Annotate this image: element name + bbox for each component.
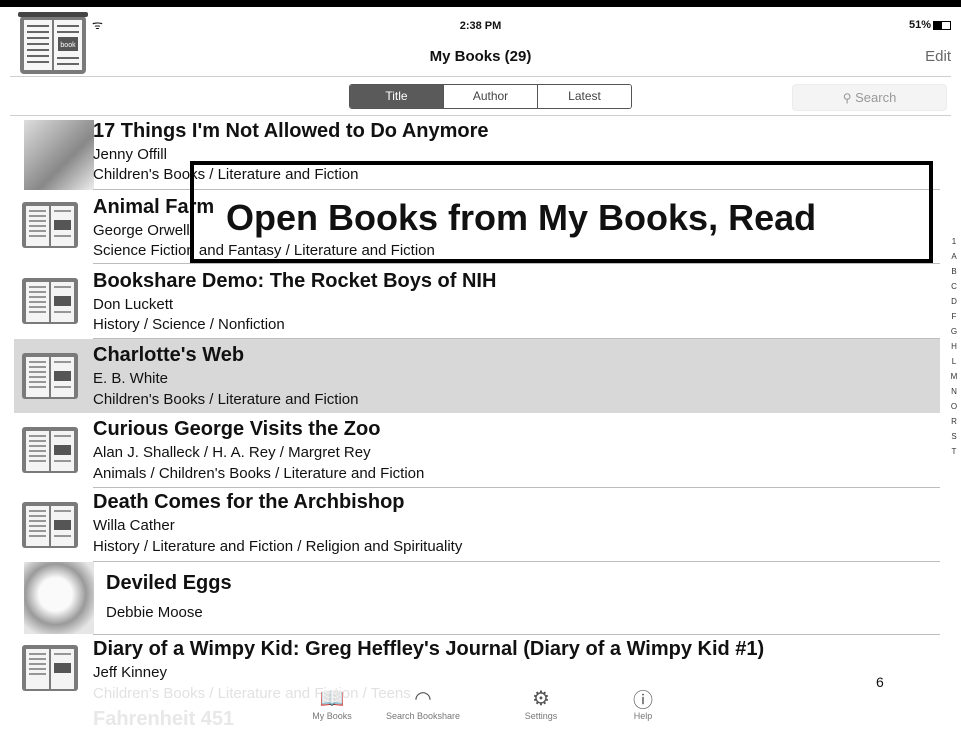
index-letter[interactable]: D (948, 297, 960, 312)
book-category: History / Science / Nonfiction (93, 316, 285, 333)
book-row[interactable]: Deviled Eggs Debbie Moose (14, 562, 940, 635)
index-letter[interactable]: 1 (948, 237, 960, 252)
index-letter[interactable]: C (948, 282, 960, 297)
book-cover-image (24, 120, 94, 190)
index-letter[interactable]: N (948, 387, 960, 402)
index-letter[interactable]: A (948, 252, 960, 267)
rainbow-icon: ◠ (414, 687, 432, 710)
tab-search-bookshare[interactable]: ◠ Search Bookshare (378, 685, 468, 722)
index-letter[interactable]: O (948, 402, 960, 417)
book-icon (22, 353, 78, 399)
search-placeholder: Search (855, 90, 897, 105)
index-letter[interactable]: F (948, 312, 960, 327)
edit-button[interactable]: Edit (925, 48, 951, 65)
callout-box: Open Books from My Books, Read (190, 161, 933, 263)
search-icon: ⚲ (842, 91, 852, 105)
book-title: Charlotte's Web (93, 344, 245, 366)
tab-bar: 📖 My Books ◠ Search Bookshare ⚙ Settings… (0, 683, 961, 723)
book-author: Jeff Kinney (93, 664, 167, 681)
app-logo-icon: book (18, 12, 88, 74)
book-author: Jenny Offill (93, 146, 167, 163)
book-row[interactable]: Death Comes for the Archbishop Willa Cat… (14, 488, 940, 562)
index-letter[interactable]: R (948, 417, 960, 432)
book-icon (22, 427, 78, 473)
book-title: 17 Things I'm Not Allowed to Do Anymore (93, 120, 489, 142)
book-author: Alan J. Shalleck / H. A. Rey / Margret R… (93, 444, 371, 461)
book-title: Deviled Eggs (106, 572, 232, 594)
sort-latest-tab[interactable]: Latest (538, 85, 631, 108)
book-cover-image (24, 562, 94, 634)
book-icon (22, 202, 78, 248)
index-letter[interactable]: G (948, 327, 960, 342)
battery-indicator: 51% (909, 19, 951, 31)
tab-label: Help (633, 711, 653, 721)
book-open-icon: 📖 (319, 687, 345, 710)
status-time: 2:38 PM (459, 20, 502, 32)
status-bar: ᯤ 2:38 PM 51% (0, 7, 961, 35)
tab-label: My Books (312, 711, 352, 721)
slide-page-number: 6 (876, 674, 884, 690)
tab-my-books[interactable]: 📖 My Books (287, 685, 377, 722)
book-author: Don Luckett (93, 296, 174, 313)
book-title: Diary of a Wimpy Kid: Greg Heffley's Jou… (93, 638, 765, 660)
alphabet-index[interactable]: 1ABCDFGHLMNORST (948, 237, 960, 462)
book-title: Curious George Visits the Zoo (93, 418, 381, 440)
book-category: Animals / Children's Books / Literature … (93, 465, 425, 482)
index-letter[interactable]: B (948, 267, 960, 282)
book-author: Debbie Moose (106, 604, 203, 621)
index-letter[interactable]: H (948, 342, 960, 357)
navbar-divider (10, 76, 951, 77)
search-field[interactable]: ⚲ Search (792, 84, 947, 111)
gear-icon: ⚙ (532, 687, 550, 710)
book-category: Children's Books / Literature and Fictio… (93, 391, 359, 408)
book-title: Death Comes for the Archbishop (93, 491, 405, 513)
book-row[interactable]: Bookshare Demo: The Rocket Boys of NIH D… (14, 264, 940, 339)
sort-segmented-control: Title Author Latest (349, 84, 632, 109)
index-letter[interactable]: S (948, 432, 960, 447)
book-author: George Orwell (93, 222, 190, 239)
index-letter[interactable]: M (948, 372, 960, 387)
book-row[interactable]: Diary of a Wimpy Kid: Greg Heffley's Jou… (14, 635, 940, 691)
book-title: Bookshare Demo: The Rocket Boys of NIH (93, 270, 497, 292)
battery-percent: 51% (908, 19, 931, 31)
tab-label: Search Bookshare (385, 711, 461, 721)
book-author: Willa Cather (93, 517, 175, 534)
sort-author-tab[interactable]: Author (444, 85, 538, 108)
book-row[interactable]: Curious George Visits the Zoo Alan J. Sh… (14, 413, 940, 488)
book-icon (22, 278, 78, 324)
battery-icon (933, 20, 951, 30)
book-row-selected[interactable]: Charlotte's Web E. B. White Children's B… (14, 339, 940, 413)
tab-settings[interactable]: ⚙ Settings (496, 685, 586, 722)
tab-label: Settings (524, 711, 558, 721)
book-category: History / Literature and Fiction / Relig… (93, 538, 463, 555)
top-black-bar (0, 0, 961, 7)
index-letter[interactable]: T (948, 447, 960, 462)
book-icon (22, 502, 78, 548)
question-icon: ⓘ (633, 689, 653, 712)
tab-help[interactable]: ⓘ Help (598, 685, 688, 722)
index-letter[interactable]: L (948, 357, 960, 372)
callout-text: Open Books from My Books, Read (222, 197, 821, 239)
sort-title-tab[interactable]: Title (350, 85, 444, 108)
page-title: My Books (29) (429, 48, 532, 65)
header-divider (10, 115, 951, 116)
book-author: E. B. White (93, 370, 169, 387)
